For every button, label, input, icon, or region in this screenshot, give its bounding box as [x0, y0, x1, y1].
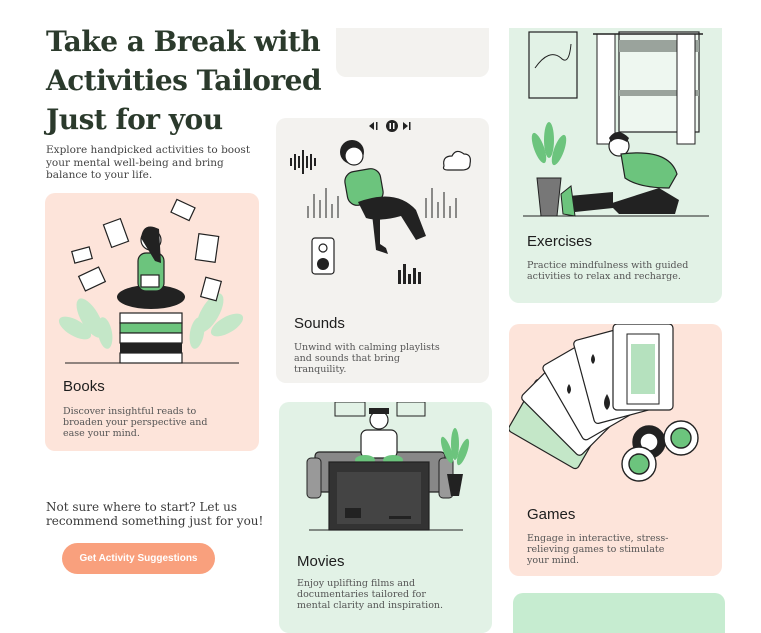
card-movies[interactable]: Movies Enjoy uplifting films and documen…: [279, 402, 492, 633]
card-exercises-description: Practice mindfulness with guided activit…: [527, 260, 689, 282]
card-games[interactable]: Games Engage in interactive, stress-reli…: [509, 324, 722, 576]
stretching-person-illustration: [523, 31, 709, 217]
card-books[interactable]: Books Discover insightful reads to broad…: [45, 193, 259, 451]
card-exercises[interactable]: Exercises Practice mindfulness with guid…: [509, 28, 722, 303]
card-sounds-description: Unwind with calming playlists and sounds…: [294, 342, 440, 375]
card-movies-title: Movies: [297, 553, 345, 570]
movie-watcher-illustration: [306, 402, 470, 531]
card-books-title: Books: [63, 378, 105, 395]
player-controls-icon: [369, 120, 411, 132]
music-listener-illustration: [290, 120, 471, 284]
card-movies-description: Enjoy uplifting films and documentaries …: [297, 578, 444, 611]
card-sounds-title: Sounds: [294, 315, 345, 332]
reading-person-illustration: [58, 198, 244, 364]
card-bottom-partial: [513, 593, 725, 633]
card-games-description: Engage in interactive, stress-relieving …: [527, 533, 669, 566]
card-exercises-title: Exercises: [527, 233, 593, 250]
card-books-description: Discover insightful reads to broaden you…: [63, 406, 208, 439]
card-top-partial: [336, 28, 489, 77]
card-games-title: Games: [527, 506, 576, 523]
page-subtitle: Explore handpicked activities to boost y…: [46, 144, 251, 181]
get-suggestions-button[interactable]: Get Activity Suggestions: [62, 543, 215, 574]
playing-cards-illustration: [509, 324, 699, 482]
recommend-prompt: Not sure where to start? Let us recommen…: [46, 500, 264, 528]
card-sounds[interactable]: Sounds Unwind with calming playlists and…: [276, 118, 489, 383]
